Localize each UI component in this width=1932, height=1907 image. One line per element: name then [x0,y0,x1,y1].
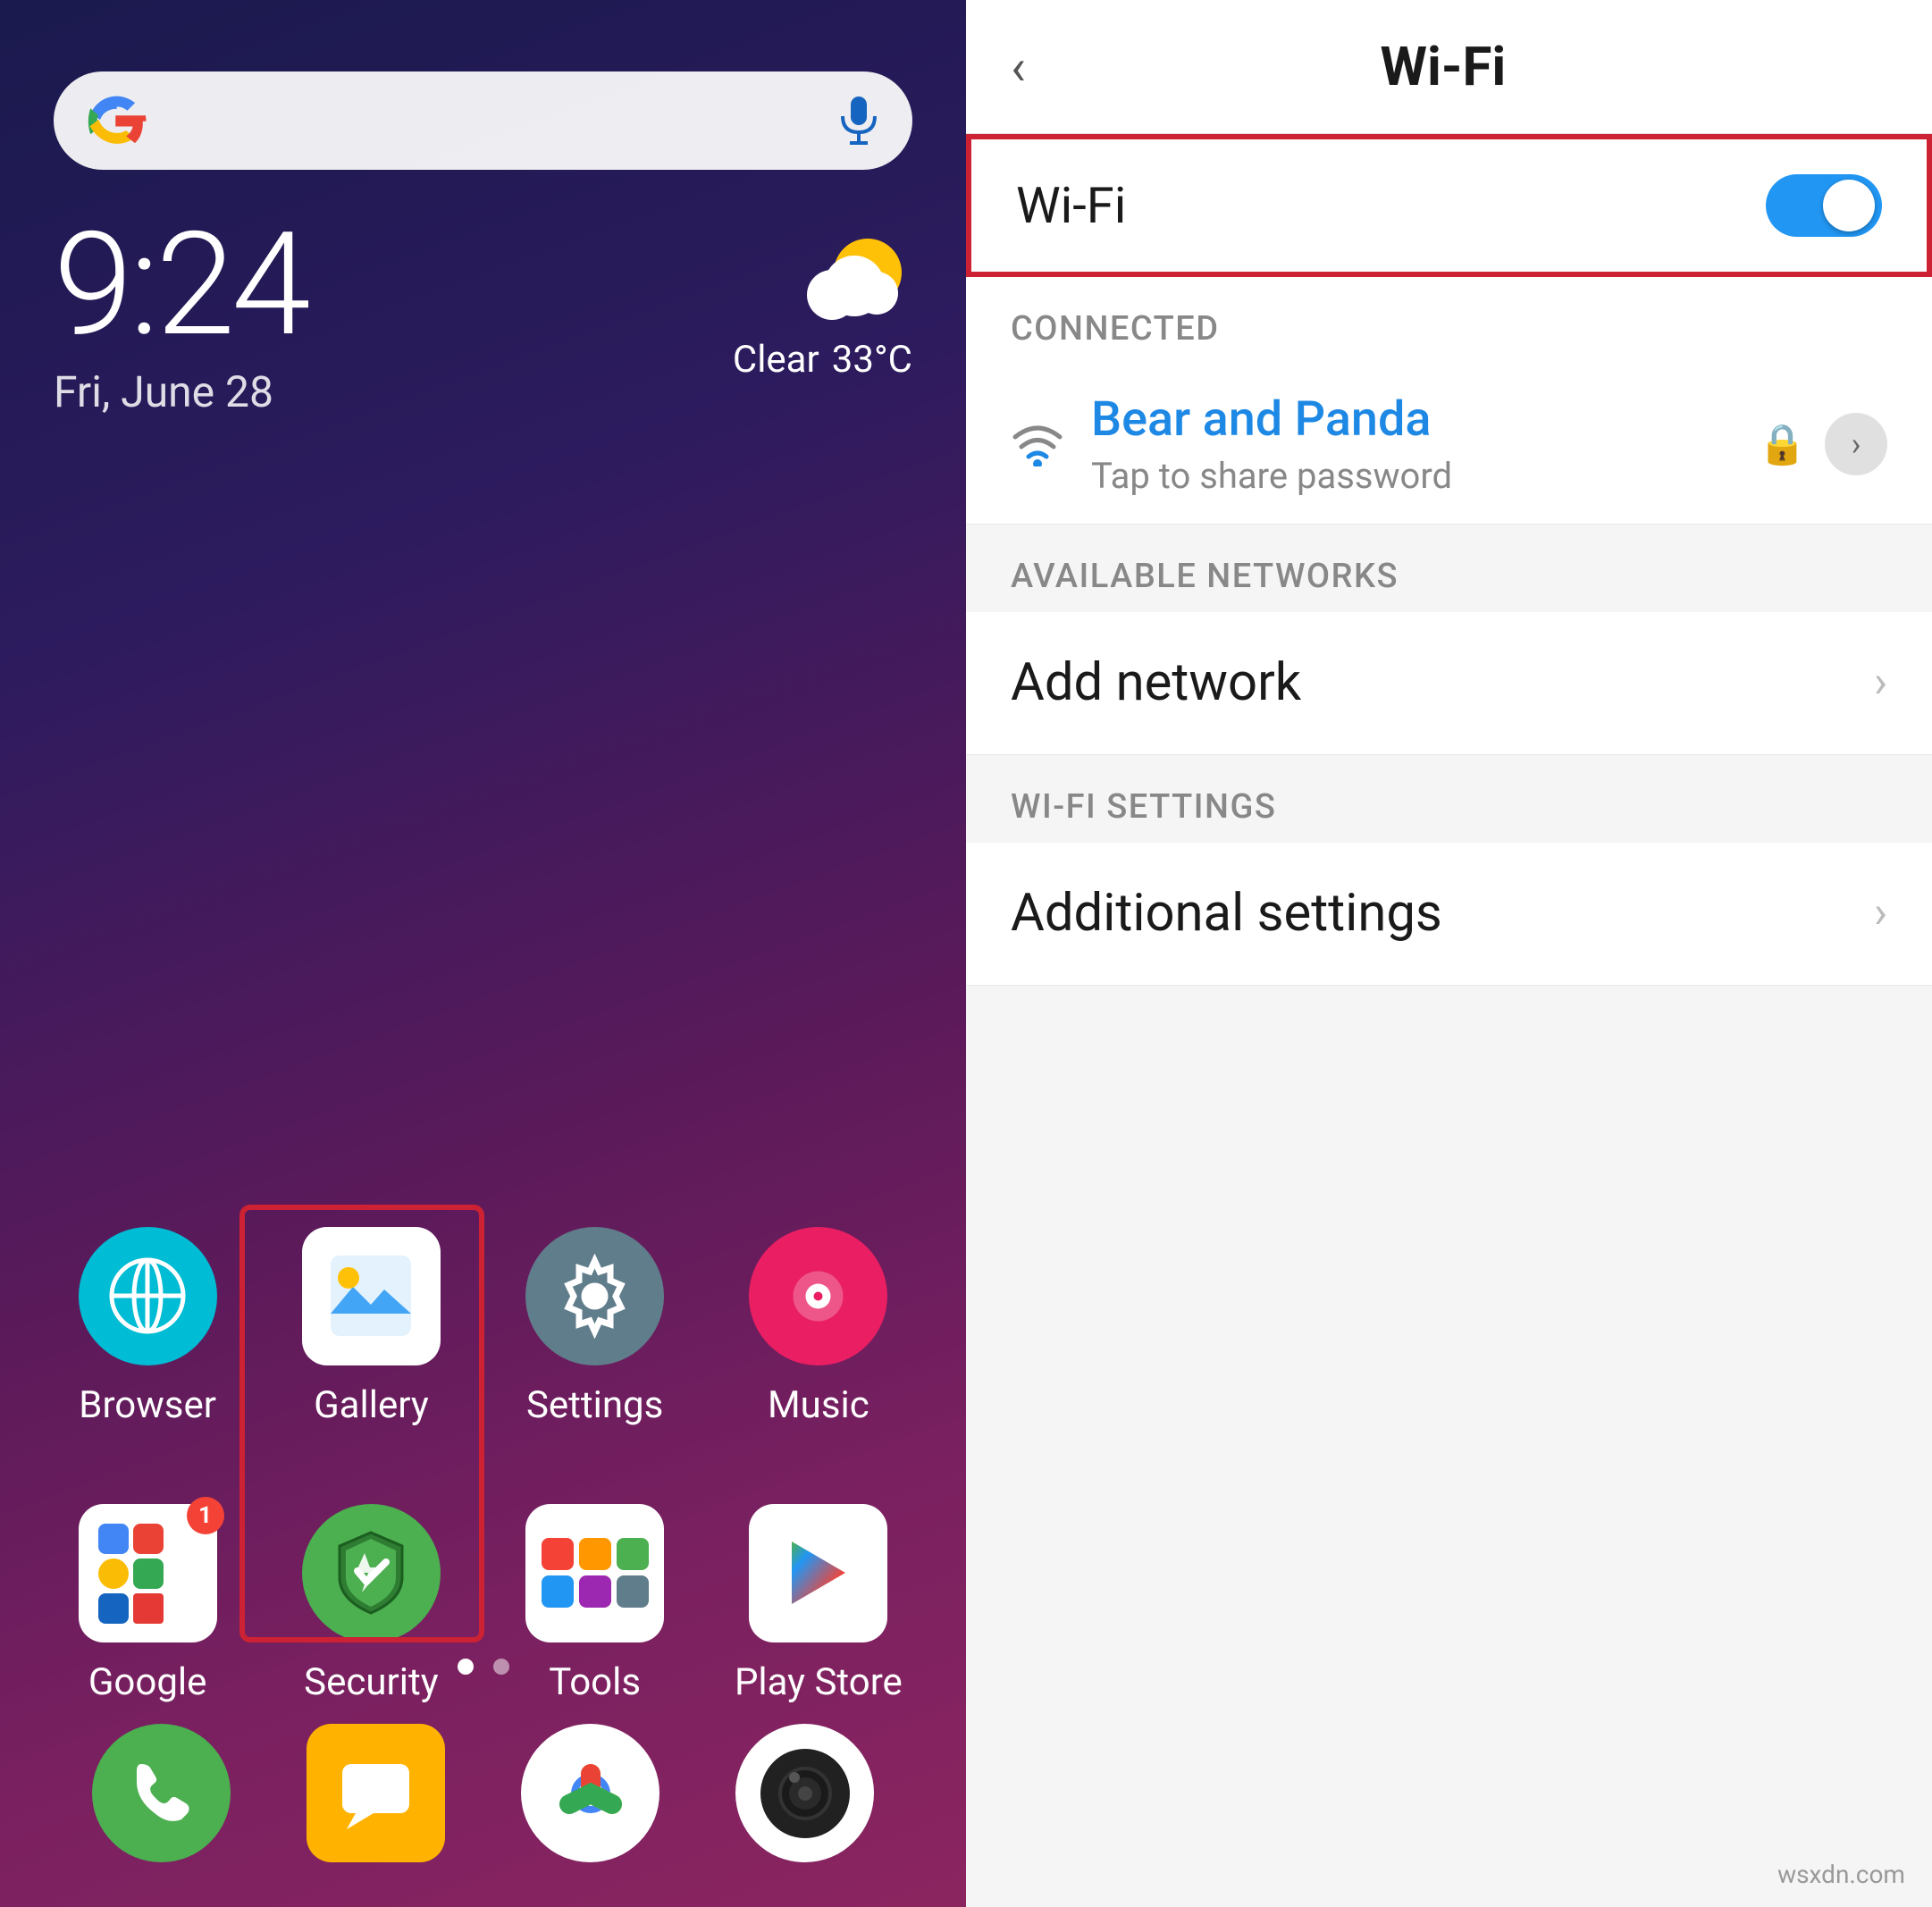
app-gallery-label: Gallery [314,1383,429,1427]
additional-settings-label: Additional settings [1011,883,1874,944]
back-button[interactable]: ‹ [1011,42,1026,92]
dock-messages[interactable] [307,1724,445,1862]
network-actions: 🔒 › [1758,413,1887,475]
wifi-settings-header: WI-FI SETTINGS [966,755,1932,843]
network-name: Bear and Panda [1091,391,1758,449]
network-sub-text: Tap to share password [1091,455,1758,497]
wifi-settings-panel: ‹ Wi-Fi Wi-Fi CONNECTED Bear and Panda T… [966,0,1932,1907]
wifi-signal-icon [1011,417,1064,470]
connected-section: CONNECTED Bear and Panda Tap to share pa… [966,277,1932,525]
dock-camera[interactable] [735,1724,874,1862]
app-gallery[interactable]: Gallery [273,1224,469,1427]
watermark-area: wsxdn.com [966,986,1932,1907]
page-dot-1[interactable] [458,1659,474,1675]
search-bar[interactable] [54,71,912,170]
clock: 9:24 [54,214,307,357]
page-dot-2[interactable] [493,1659,509,1675]
app-music-label: Music [768,1383,869,1427]
add-network-label: Add network [1011,652,1874,713]
app-browser[interactable]: Browser [49,1224,246,1427]
weather-widget: Clear 33°C [733,232,912,382]
dock-phone[interactable] [92,1724,231,1862]
weather-icon [805,232,912,331]
wifi-settings-section: WI-FI SETTINGS Additional settings › [966,755,1932,986]
wifi-label: Wi-Fi [1016,176,1766,235]
available-header: AVAILABLE NETWORKS [966,525,1932,612]
wifi-header: ‹ Wi-Fi [966,0,1932,134]
date: Fri, June 28 [54,366,307,417]
wifi-page-title: Wi-Fi [1053,35,1834,98]
additional-settings-chevron: › [1874,887,1887,939]
google-logo [85,89,147,152]
watermark: wsxdn.com [1777,1860,1905,1889]
app-settings[interactable]: Settings [497,1224,693,1427]
dock [0,1724,966,1862]
additional-settings-item[interactable]: Additional settings › [966,843,1932,986]
wifi-toggle-switch[interactable] [1766,174,1882,237]
home-screen: 9:24 Fri, June 28 Clear 33°C [0,0,966,1907]
app-settings-label: Settings [526,1383,663,1427]
app-music[interactable]: Music [720,1224,917,1427]
mic-icon[interactable] [836,94,881,147]
app-grid-row-1: Browser Gallery [0,1224,966,1427]
google-badge: 1 [187,1497,224,1534]
lock-icon: 🔒 [1758,421,1807,467]
toggle-knob [1823,180,1875,231]
add-network-chevron: › [1874,657,1887,709]
connected-network-info: Bear and Panda Tap to share password [1091,391,1758,497]
connected-network-item[interactable]: Bear and Panda Tap to share password 🔒 › [966,365,1932,525]
wifi-toggle-row: Wi-Fi [966,134,1932,277]
add-network-item[interactable]: Add network › [966,612,1932,755]
app-browser-label: Browser [79,1383,216,1427]
network-chevron-btn[interactable]: › [1825,413,1887,475]
weather-condition: Clear [733,338,819,382]
available-section: AVAILABLE NETWORKS Add network › [966,525,1932,755]
page-dots [0,1659,966,1675]
time-display: 9:24 Fri, June 28 [54,214,307,417]
connected-header: CONNECTED [966,277,1932,365]
weather-temp: 33°C [832,338,912,382]
dock-chrome[interactable] [521,1724,659,1862]
